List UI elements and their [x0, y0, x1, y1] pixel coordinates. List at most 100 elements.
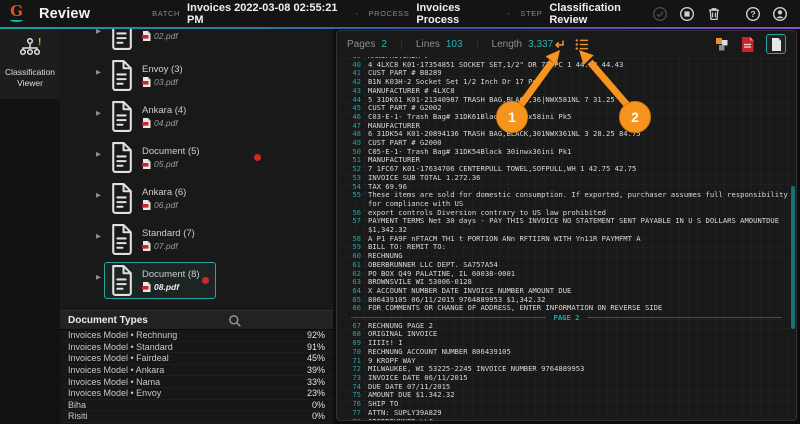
line-text: RECHNUNG ACCOUNT NUMBER 806439105 — [368, 346, 511, 356]
expand-arrow-icon[interactable]: ▶ — [96, 29, 101, 35]
document-type-row[interactable]: Risiti 0% — [60, 411, 333, 423]
document-icon — [112, 29, 132, 50]
text-line: 57 PAYMENT TERMS Net 30 days - PAY THIS … — [343, 216, 790, 234]
breadcrumb-item: · BATCH Invoices 2022-03-08 02:55:21 PM — [152, 2, 345, 26]
breadcrumb-value: Invoices 2022-03-08 02:55:21 PM — [187, 1, 338, 26]
breadcrumb-label: STEP — [520, 9, 543, 18]
viewer-toolbar-center: ↵ — [555, 31, 589, 57]
document-filename: 07.pdf — [142, 241, 195, 251]
document-type-row[interactable]: Biha 0% — [60, 400, 333, 412]
sidebar-item-classification-viewer[interactable]: ! Classification Viewer — [0, 29, 60, 99]
document-card[interactable]: Document (8) 08.pdf — [104, 262, 216, 299]
text-viewer-panel: Pages 2 Lines 103 Length 3,337 ↵ 40 4 4L… — [336, 30, 797, 421]
document-item[interactable]: ▶ Ankara (4) 04.pdf — [60, 94, 333, 135]
document-type-label: Invoices Model • Rechnung — [68, 330, 178, 341]
document-filename-text: 04.pdf — [154, 118, 178, 128]
breadcrumb-value: Invoices Process — [416, 1, 461, 26]
left-sidebar: ! Classification Viewer — [0, 29, 60, 424]
viewer-stat-value: 3,337 — [528, 38, 554, 50]
document-type-label: Invoices Model • Envoy — [68, 388, 162, 399]
text-line: 68 ORIGINAL INVOICE — [343, 330, 790, 339]
text-line: 53 INVOICE SUB TOTAL 1.272.36 — [343, 172, 790, 183]
document-card[interactable]: Ankara (4) 04.pdf — [104, 98, 216, 135]
document-item[interactable]: ▶ Document (8) 08.pdf — [60, 258, 333, 299]
help-icon[interactable]: ? — [745, 6, 761, 22]
document-filename-text: 08.pdf — [154, 282, 180, 292]
text-line: 66 FOR COMMENTS OR CHANGE OF ADDRESS, EN… — [343, 304, 790, 313]
document-title: Standard (7) — [142, 228, 195, 239]
line-text: These items are sold for domestic consum… — [368, 190, 793, 208]
expand-arrow-icon[interactable]: ▶ — [96, 68, 101, 76]
expand-arrow-icon[interactable]: ▶ — [96, 191, 101, 199]
expand-arrow-icon[interactable]: ▶ — [96, 109, 101, 117]
document-type-row[interactable]: Invoices Model • Standard 91% — [60, 342, 333, 354]
document-card[interactable]: Standard (7) 07.pdf — [104, 221, 216, 258]
document-type-confidence: 0% — [311, 411, 325, 422]
pdf-icon — [142, 30, 151, 41]
approve-check-icon[interactable] — [652, 6, 668, 22]
error-dot — [254, 154, 261, 161]
document-card[interactable]: Ankara (6) 06.pdf — [104, 180, 216, 217]
document-type-row[interactable]: Invoices Model • Fairdeal 45% — [60, 353, 333, 365]
document-type-row[interactable]: Invoices Model • Rechnung 92% — [60, 330, 333, 342]
breadcrumb-item: · PROCESS Invoices Process — [345, 2, 497, 26]
search-icon[interactable] — [228, 314, 242, 328]
viewer-scrollbar-thumb[interactable] — [791, 186, 795, 329]
line-text: INVOICE SUB TOTAL 1.272.36 — [368, 172, 481, 182]
document-type-label: Risiti — [68, 411, 88, 422]
text-view-toggle[interactable] — [766, 34, 786, 54]
trash-icon[interactable] — [706, 6, 722, 22]
document-type-row[interactable]: Invoices Model • Ankara 39% — [60, 365, 333, 377]
alert-badge: ! — [38, 37, 42, 48]
document-title: Ankara (6) — [142, 187, 187, 198]
document-type-label: Biha — [68, 399, 87, 410]
viewer-stat-value: 2 — [381, 38, 387, 50]
document-item[interactable]: ▶ Envoy (3) 03.pdf — [60, 53, 333, 94]
viewer-stat: Pages 2 — [347, 39, 401, 50]
expand-arrow-icon[interactable]: ▶ — [96, 273, 101, 281]
document-item[interactable]: ▶ Document (5) 05.pdf — [60, 135, 333, 176]
logo-swoosh — [10, 18, 23, 22]
logo-letter: G — [10, 2, 23, 20]
stop-icon[interactable] — [679, 6, 695, 22]
document-types-header: Document Types — [60, 310, 333, 330]
document-types-panel: Document Types Invoices Model • Rechnung… — [60, 310, 333, 424]
pdf-view-icon[interactable] — [741, 36, 754, 52]
line-number: 66 — [352, 303, 361, 313]
document-filename-text: 05.pdf — [154, 159, 178, 169]
document-card[interactable]: 02.pdf — [104, 29, 216, 53]
document-card[interactable]: Document (5) 05.pdf — [104, 139, 261, 176]
document-filename-text: 02.pdf — [154, 30, 178, 41]
viewer-stat-value: 103 — [445, 38, 463, 50]
document-meta: Document (8) 08.pdf — [142, 269, 200, 292]
document-card[interactable]: Envoy (3) 03.pdf — [104, 57, 216, 94]
pdf-icon — [142, 159, 151, 169]
line-text: C05-E-1- Trash Bag# 31DK54Black 30inwx36… — [368, 146, 572, 156]
document-type-row[interactable]: Invoices Model • Nama 33% — [60, 376, 333, 388]
document-list-panel: ▶ 02.pdf ▶ Envoy (3) 03.pdf ▶ Ankara (4)… — [60, 29, 333, 310]
pdf-icon — [142, 200, 151, 210]
document-meta: Standard (7) 07.pdf — [142, 228, 195, 251]
document-type-confidence: 39% — [306, 365, 325, 376]
document-type-row[interactable]: Invoices Model • Envoy 23% — [60, 388, 333, 400]
expand-arrow-icon[interactable]: ▶ — [96, 232, 101, 240]
viewer-toolbar-right — [715, 34, 786, 54]
expand-arrow-icon[interactable]: ▶ — [96, 150, 101, 158]
viewer-toolbar: Pages 2 Lines 103 Length 3,337 ↵ — [337, 31, 796, 57]
document-filename-text: 06.pdf — [154, 200, 178, 210]
split-view-icon[interactable] — [715, 37, 729, 51]
line-break-icon[interactable]: ↵ — [555, 38, 566, 51]
document-icon — [112, 142, 132, 173]
document-item[interactable]: ▶ 02.pdf — [60, 29, 333, 53]
user-icon[interactable] — [772, 6, 788, 22]
line-text: ORIGINAL INVOICE — [368, 329, 438, 339]
line-list-icon[interactable] — [575, 38, 589, 51]
document-item[interactable]: ▶ Ankara (6) 06.pdf — [60, 176, 333, 217]
document-title: Document (8) — [142, 269, 200, 280]
document-item[interactable]: ▶ Standard (7) 07.pdf — [60, 217, 333, 258]
document-type-label: Invoices Model • Fairdeal — [68, 353, 169, 364]
viewer-stat-label: Lines — [415, 38, 440, 50]
document-title: Ankara (4) — [142, 105, 187, 116]
svg-text:?: ? — [750, 9, 755, 19]
document-type-label: Invoices Model • Ankara — [68, 365, 165, 376]
